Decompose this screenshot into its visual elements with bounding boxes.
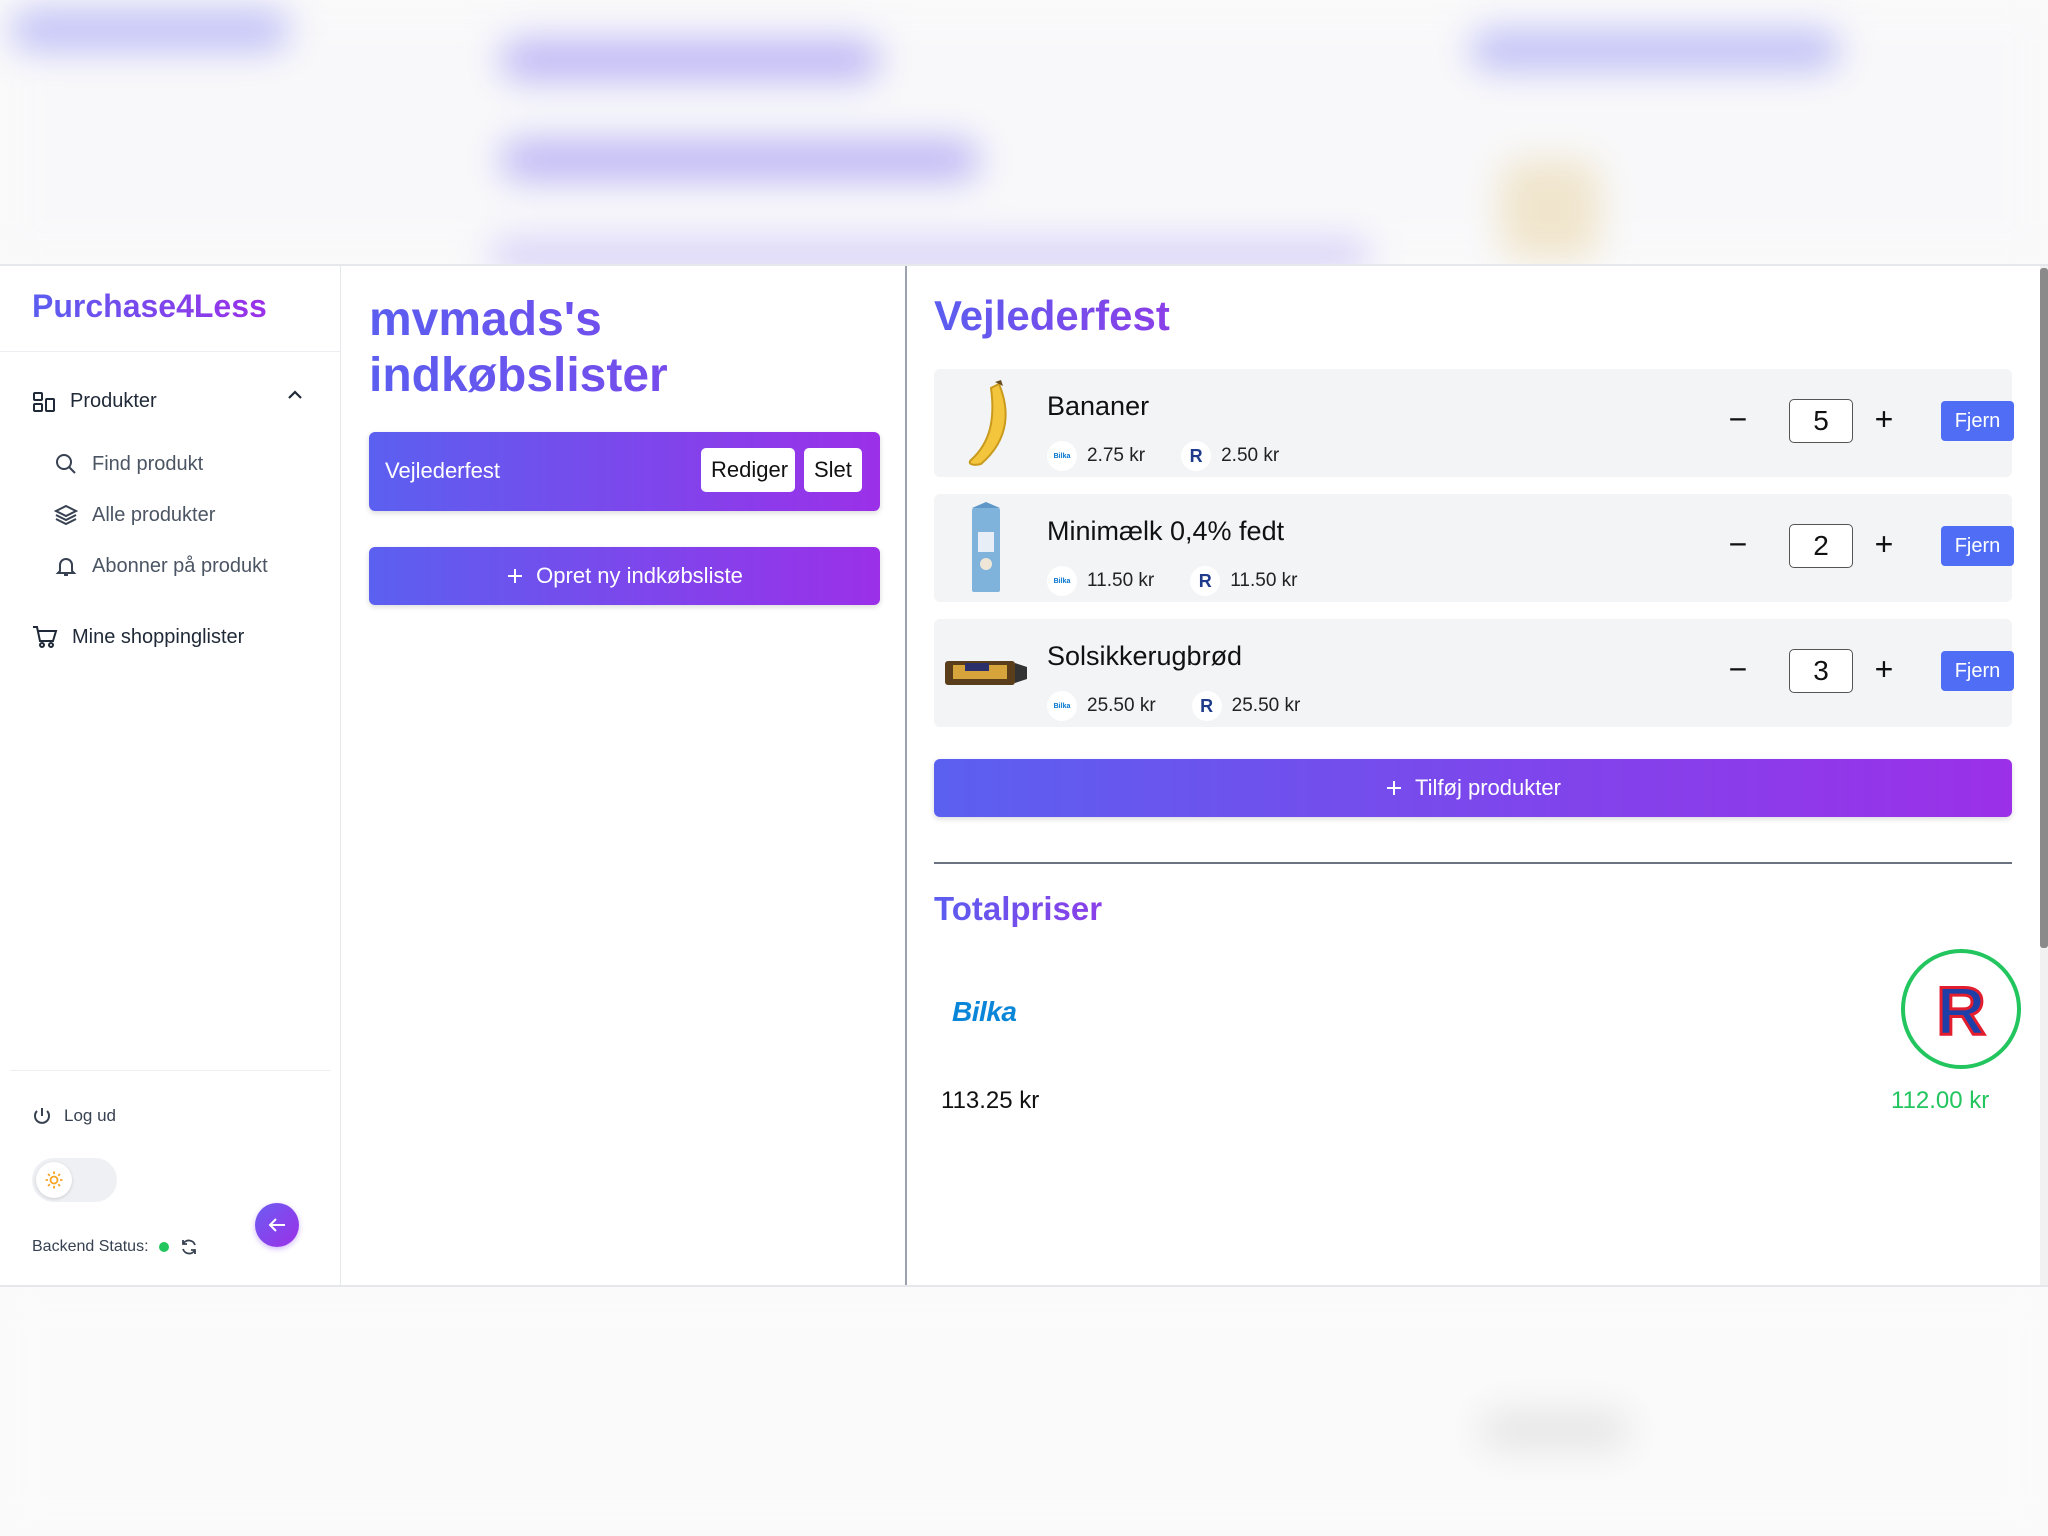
search-icon — [56, 454, 76, 474]
increase-quantity-button[interactable]: + — [1864, 649, 1904, 689]
sidebar: Purchase4Less Produkter Find produkt All… — [0, 266, 341, 1285]
best-price-badge: R — [1901, 949, 2021, 1069]
bilka-logo-icon: Bilka — [1047, 566, 1077, 596]
edit-list-button[interactable]: Rediger — [701, 448, 795, 492]
bilka-price: 2.75 kr — [1087, 445, 1146, 466]
list-item[interactable]: Vejlederfest Rediger Slet — [369, 432, 880, 511]
nav-find-product[interactable]: Find produkt — [54, 452, 203, 476]
svg-text:R: R — [1936, 974, 1985, 1044]
decrease-quantity-button[interactable]: − — [1718, 649, 1758, 689]
rema-price: 25.50 kr — [1231, 695, 1301, 716]
rema-logo-icon: R — [1181, 441, 1212, 471]
remove-item-button[interactable]: Fjern — [1941, 401, 2014, 441]
bilka-price: 11.50 kr — [1087, 570, 1155, 591]
scrollbar[interactable] — [2040, 266, 2048, 1285]
bilka-total-price: 113.25 kr — [941, 1087, 1040, 1114]
power-icon — [34, 1108, 50, 1124]
status-dot — [158, 1242, 169, 1252]
brand-logo[interactable]: Purchase4Less — [32, 288, 267, 325]
backend-status-label: Backend Status: — [32, 1238, 149, 1255]
collapse-sidebar-button[interactable] — [255, 1203, 299, 1247]
nav-my-lists[interactable]: Mine shoppinglister — [32, 625, 244, 649]
backend-status: Backend Status: — [32, 1237, 199, 1257]
bell-icon — [55, 558, 77, 576]
remove-item-button[interactable]: Fjern — [1941, 651, 2014, 691]
nav-products-label: Produkter — [70, 390, 157, 412]
bilka-logo-icon: Bilka — [1047, 441, 1077, 471]
nav-subscribe-product[interactable]: Abonner på produkt — [54, 554, 268, 578]
rema-logo-icon: R — [1190, 566, 1221, 596]
app-window: Purchase4Less Produkter Find produkt All… — [0, 264, 2048, 1287]
logout-label: Log ud — [64, 1106, 116, 1125]
nav-subscribe-product-label: Abonner på produkt — [92, 554, 268, 577]
list-item-row: Solsikkerugbrød Bilka 25.50 kr R 25.50 k… — [934, 619, 2014, 727]
rema-logo-icon: R — [1191, 691, 1222, 721]
item-name: Minimælk 0,4% fedt — [1047, 516, 1285, 546]
logout-button[interactable]: Log ud — [32, 1106, 116, 1126]
decrease-quantity-button[interactable]: − — [1718, 524, 1758, 564]
item-prices: Bilka 11.50 kr R 11.50 kr — [1047, 566, 1298, 596]
increase-quantity-button[interactable]: + — [1864, 524, 1904, 564]
list-item-row: Minimælk 0,4% fedt Bilka 11.50 kr R 11.5… — [934, 494, 2014, 602]
create-list-label: Opret ny indkøbsliste — [536, 563, 743, 588]
nav-all-products-label: Alle produkter — [92, 503, 216, 526]
quantity-input[interactable]: 3 — [1789, 649, 1853, 693]
nav-find-product-label: Find produkt — [92, 452, 204, 475]
quantity-input[interactable]: 2 — [1789, 524, 1853, 568]
grid-icon — [33, 391, 55, 412]
rema-total-price: 112.00 kr — [1891, 1087, 1990, 1114]
bilka-logo: Bilka — [952, 996, 1017, 1027]
decrease-quantity-button[interactable]: − — [1718, 399, 1758, 439]
item-prices: Bilka 2.75 kr R 2.50 kr — [1047, 441, 1279, 471]
add-products-label: Tilføj produkter — [1415, 775, 1561, 800]
list-name: Vejlederfest — [385, 458, 500, 483]
nav-my-lists-label: Mine shoppinglister — [72, 625, 245, 648]
item-name: Solsikkerugbrød — [1047, 641, 1243, 671]
page-title: mvmads's indkøbslister — [369, 292, 889, 404]
item-prices: Bilka 25.50 kr R 25.50 kr — [1047, 691, 1300, 721]
bilka-logo-icon: Bilka — [1047, 691, 1077, 721]
increase-quantity-button[interactable]: + — [1864, 399, 1904, 439]
nav-products[interactable]: Produkter — [32, 390, 157, 413]
milk-carton-image — [942, 502, 1030, 594]
remove-item-button[interactable]: Fjern — [1941, 526, 2014, 566]
arrow-left-icon — [268, 1218, 285, 1232]
divider — [0, 351, 341, 352]
add-products-button[interactable]: Tilføj produkter — [934, 759, 2012, 817]
sun-icon — [45, 1171, 63, 1189]
list-item-row: Bananer Bilka 2.75 kr R 2.50 kr − 5 + Fj… — [934, 369, 2014, 477]
shopping-lists-panel: mvmads's indkøbslister Vejlederfest Redi… — [341, 266, 907, 1285]
scrollbar-thumb[interactable] — [2040, 268, 2048, 948]
delete-list-button[interactable]: Slet — [804, 448, 862, 492]
nav-all-products[interactable]: Alle produkter — [54, 503, 215, 527]
rema-price: 11.50 kr — [1230, 570, 1298, 591]
chevron-up-icon[interactable] — [286, 386, 304, 404]
quantity-input[interactable]: 5 — [1789, 399, 1853, 443]
toggle-knob — [36, 1162, 72, 1198]
plus-icon — [1387, 781, 1402, 795]
list-detail-panel: Vejlederfest Bananer Bilka 2.75 kr R 2.5… — [907, 266, 2048, 1285]
divider — [10, 1070, 330, 1071]
theme-toggle[interactable] — [32, 1158, 117, 1202]
refresh-icon[interactable] — [179, 1237, 199, 1257]
rye-bread-image — [942, 627, 1030, 719]
create-list-button[interactable]: Opret ny indkøbsliste — [369, 547, 880, 605]
rema-price: 2.50 kr — [1221, 445, 1280, 466]
item-name: Bananer — [1047, 391, 1150, 421]
divider — [934, 862, 2012, 864]
list-title: Vejlederfest — [934, 292, 1170, 339]
cart-icon — [33, 626, 58, 648]
rema-logo: R — [1935, 974, 1987, 1044]
banana-image — [942, 377, 1030, 469]
plus-icon — [508, 569, 523, 583]
layers-icon — [54, 504, 78, 526]
bilka-price: 25.50 kr — [1087, 695, 1156, 716]
totals-title: Totalpriser — [934, 890, 1103, 927]
